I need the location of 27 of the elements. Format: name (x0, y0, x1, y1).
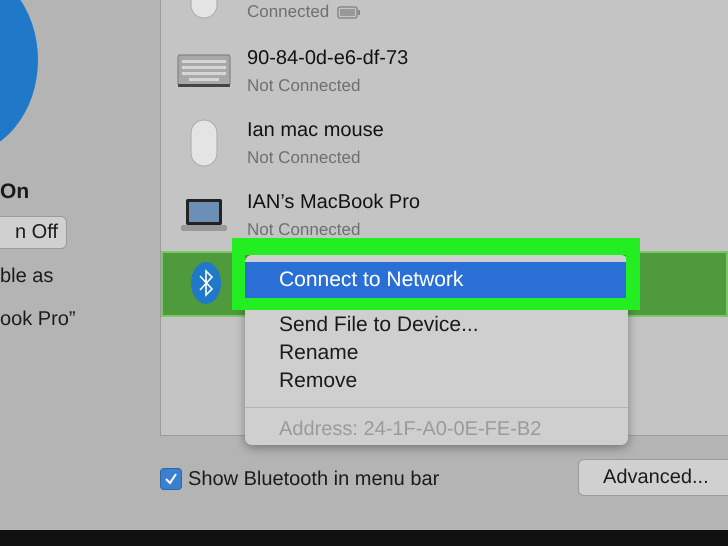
connection-status: Connected (247, 2, 330, 22)
checkbox[interactable] (160, 468, 182, 490)
connection-status: Not Connected (247, 76, 360, 96)
connection-status: Not Connected (247, 148, 360, 168)
computer-name-text: ble as (0, 265, 54, 288)
checkbox-label: Show Bluetooth in menu bar (188, 468, 440, 490)
advanced-button[interactable]: Advanced... (578, 459, 728, 496)
device-name: 90-84-0d-e6-df-73 (247, 46, 408, 70)
turn-off-button[interactable]: n Off (0, 216, 67, 249)
bluetooth-icon (190, 261, 222, 305)
battery-icon (337, 6, 362, 18)
device-row[interactable]: 90-84-0d-e6-df-73 Not Connected (161, 35, 728, 107)
menu-item[interactable]: Send File to Device... (245, 311, 628, 339)
device-name: Ian mac mouse (247, 118, 384, 142)
bluetooth-status: On (0, 180, 30, 205)
laptop-icon (180, 198, 228, 232)
checkmark-icon (164, 472, 178, 486)
menu-item[interactable]: Rename (245, 339, 628, 367)
keyboard-icon (177, 54, 231, 88)
computer-name-text: ook Pro” (0, 308, 77, 331)
connection-status: Not Connected (247, 220, 360, 240)
device-row[interactable]: Ian mac mouse Not Connected (161, 107, 728, 179)
device-row[interactable]: IAN’s MacBook Pro Not Connected (161, 179, 728, 251)
menu-item[interactable]: Connect to Network (245, 262, 628, 298)
mouse-icon (190, 119, 218, 167)
menu-item[interactable]: Remove (245, 367, 628, 395)
device-name: IAN’s MacBook Pro (247, 190, 420, 214)
